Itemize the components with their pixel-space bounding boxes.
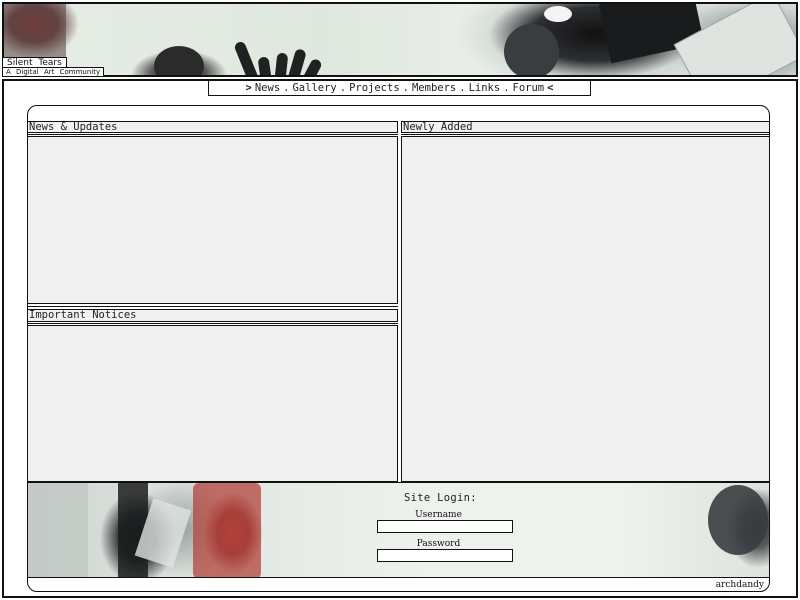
banner-art-shape (274, 52, 289, 75)
nav-separator: . (402, 82, 409, 94)
newly-added-panel-body (401, 136, 770, 482)
banner-art-shape (504, 24, 559, 75)
nav-link-gallery[interactable]: Gallery (292, 82, 336, 94)
notices-panel-title: Important Notices (29, 309, 137, 321)
news-panel-body (27, 136, 398, 304)
header-banner (2, 2, 798, 77)
news-panel-title: News & Updates (29, 121, 118, 133)
notices-panel-body (27, 325, 398, 482)
site-tagline: A Digital Art Community (2, 67, 105, 77)
banner-art-shape (544, 6, 572, 22)
login-art-shape (708, 485, 768, 555)
login-title: Site Login: (404, 492, 477, 504)
login-art-shape (193, 483, 261, 577)
designer-credit: archdandy (715, 580, 764, 590)
banner-art-shape (257, 56, 272, 75)
news-panel-divider (27, 134, 398, 135)
login-art-shape (28, 483, 88, 577)
nav-separator: . (339, 82, 347, 94)
main-nav: > News. Gallery. Projects. Members. Links. For… (208, 80, 591, 96)
newly-added-panel-header: Newly Added (401, 121, 770, 133)
nav-link-forum[interactable]: Forum (513, 82, 545, 94)
nav-separator: . (459, 82, 466, 94)
nav-open-arrow: > (245, 82, 252, 94)
nav-separator: . (503, 82, 510, 94)
banner-art-shape (4, 4, 66, 59)
news-panel-header: News & Updates (27, 121, 398, 133)
nav-close-arrow: < (547, 82, 554, 94)
newly-added-panel-title: Newly Added (403, 121, 473, 133)
password-input[interactable] (377, 549, 513, 562)
nav-link-projects[interactable]: Projects (349, 82, 400, 94)
banner-art-shape (154, 46, 204, 75)
nav-link-links[interactable]: Links (469, 82, 501, 94)
notices-panel-divider (27, 306, 398, 307)
username-label: Username (415, 510, 462, 520)
newly-added-panel-divider (401, 134, 770, 135)
password-label: Password (416, 539, 461, 549)
nav-link-news[interactable]: News (255, 82, 280, 94)
nav-link-members[interactable]: Members (412, 82, 456, 94)
notices-panel-header: Important Notices (27, 309, 398, 322)
username-input[interactable] (377, 520, 513, 533)
banner-art-shape (233, 40, 258, 75)
banner-art-shape (303, 57, 324, 75)
nav-separator: . (283, 82, 290, 94)
notices-panel-divider (27, 323, 398, 324)
